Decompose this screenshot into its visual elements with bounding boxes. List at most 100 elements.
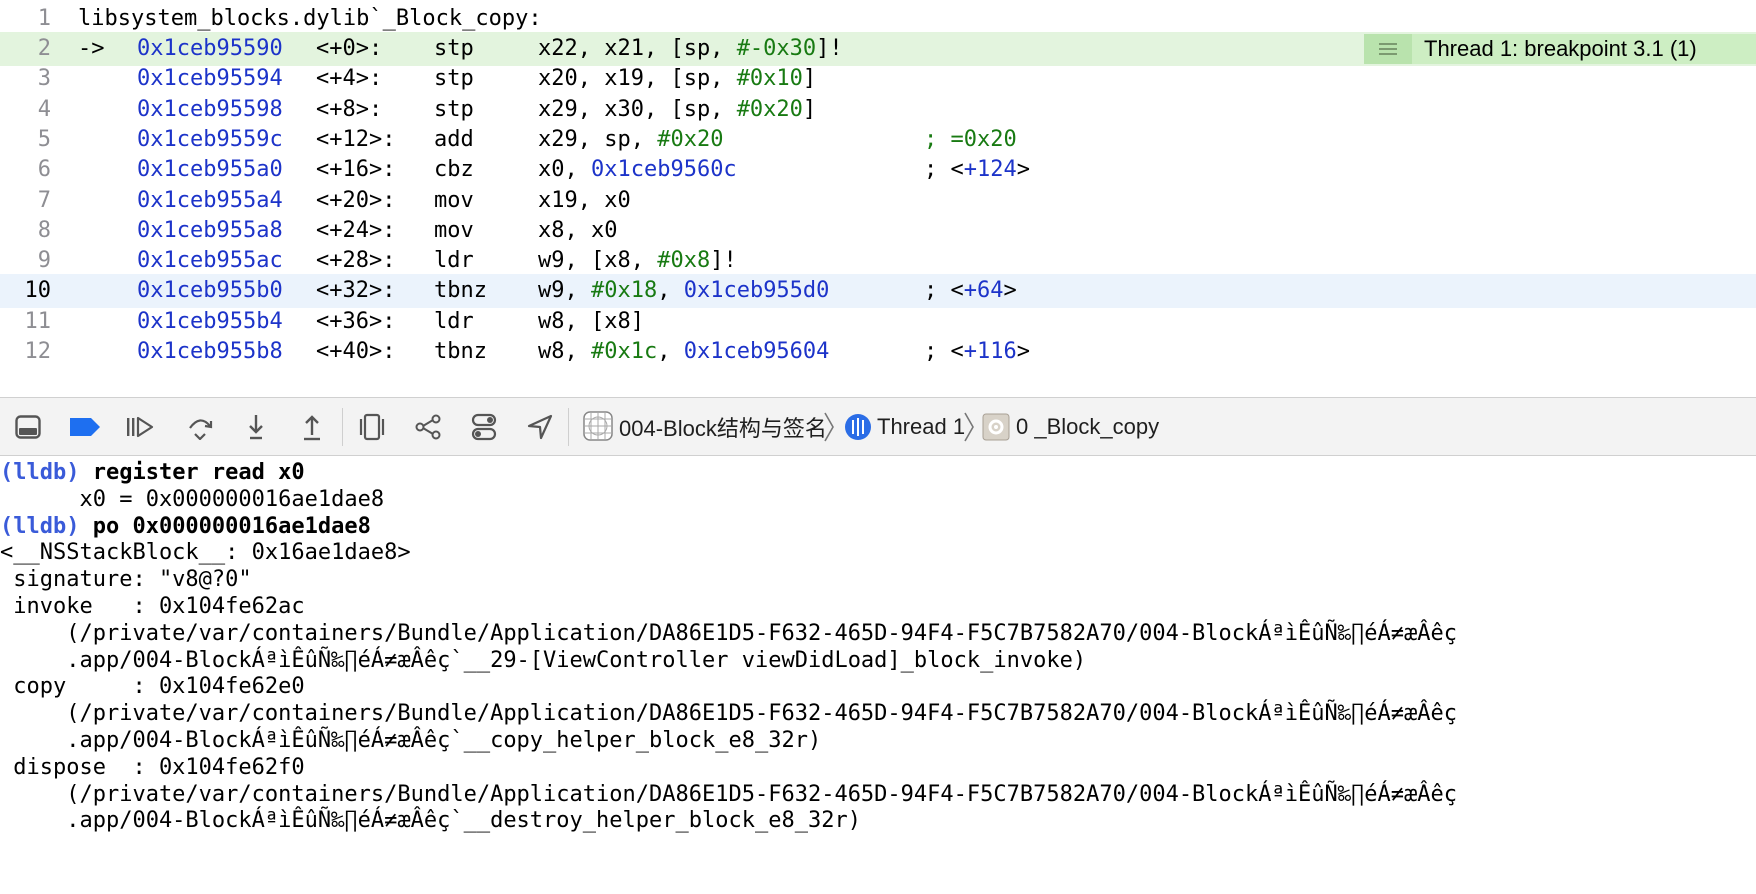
instruction-offset: <+36>: <box>316 308 396 334</box>
app-icon <box>582 410 614 442</box>
disassembly-line[interactable]: 7 0x1ceb955a4 <+20>: mov x19, x0 <box>0 184 1756 218</box>
console-line: x0 = 0x000000016ae1dae8 <box>0 485 384 515</box>
console-output: (/private/var/containers/Bundle/Applicat… <box>0 620 1457 646</box>
instruction-operands: x19, x0 <box>538 187 631 213</box>
instruction-mnemonic: mov <box>434 187 474 213</box>
disassembly-line[interactable]: 5 0x1ceb9559c <+12>: add x29, sp, #0x20 ; =0x… <box>0 123 1756 157</box>
breakpoint-badge[interactable]: Thread 1: breakpoint 3.1 (1) <box>1364 34 1756 64</box>
instruction-offset: <+24>: <box>316 217 396 243</box>
lldb-command: register read x0 <box>92 460 305 485</box>
disassembly-line[interactable]: 3 0x1ceb95594 <+4>: stp x20, x19, [sp, #0x10… <box>0 62 1756 96</box>
console-output: <__NSStackBlock__: 0x16ae1dae8> <box>0 540 411 566</box>
view-hierarchy-icon[interactable] <box>356 411 388 443</box>
breadcrumb-chevron-icon <box>824 412 834 442</box>
instruction-comment: ; <+116> <box>924 339 1030 364</box>
memory-graph-icon[interactable] <box>412 411 444 443</box>
console-output: (/private/var/containers/Bundle/Applicat… <box>0 701 1457 727</box>
instruction-operands: x20, x19, [sp, #0x10] <box>538 66 817 92</box>
disassembly-line[interactable]: 8 0x1ceb955a8 <+24>: mov x8, x0 <box>0 214 1756 248</box>
lldb-command: po 0x000000016ae1dae8 <box>92 513 371 539</box>
console-output: (/private/var/containers/Bundle/Applicat… <box>0 781 1457 807</box>
console-line: .app/004-BlockÁªìÊûÑ‰∏éÁ≠æÂêç`__29-[View… <box>0 646 1086 676</box>
console-line: (/private/var/containers/Bundle/Applicat… <box>0 619 1457 649</box>
instruction-mnemonic: mov <box>434 217 474 243</box>
console-line: copy : 0x104fe62e0 <box>0 672 305 702</box>
console-output: invoke : 0x104fe62ac <box>0 594 305 619</box>
console-line: signature: "v8@?0" <box>0 565 251 595</box>
console-output: .app/004-BlockÁªìÊûÑ‰∏éÁ≠æÂêç`__copy_hel… <box>0 728 822 753</box>
line-number: 3 <box>37 66 51 92</box>
instruction-address: 0x1ceb955ac <box>137 248 283 274</box>
instruction-address: 0x1ceb955b0 <box>137 278 283 304</box>
breakpoints-toggle-icon[interactable] <box>68 411 102 443</box>
instruction-address: 0x1ceb9559c <box>137 126 283 152</box>
console-line: <__NSStackBlock__: 0x16ae1dae8> <box>0 538 411 568</box>
instruction-mnemonic: cbz <box>434 157 474 183</box>
toolbar-divider <box>342 408 343 446</box>
console-output: x0 = 0x000000016ae1dae8 <box>0 486 385 512</box>
line-number: 6 <box>37 157 51 183</box>
disassembly-line[interactable]: 6 0x1ceb955a0 <+16>: cbz x0, 0x1ceb9560c ; <+… <box>0 153 1756 187</box>
instruction-address: 0x1ceb95590 <box>137 36 283 61</box>
breadcrumb-project[interactable]: 004-Block结构与签名 <box>619 398 827 455</box>
console-output: copy : 0x104fe62e0 <box>0 674 305 700</box>
instruction-offset: <+40>: <box>316 339 396 364</box>
stack-frame-icon <box>980 411 1012 443</box>
instruction-operands: x29, x30, [sp, #0x20] <box>538 96 817 122</box>
console-output: dispose : 0x104fe62f0 <box>0 754 305 780</box>
instruction-offset: <+12>: <box>316 126 396 152</box>
line-number: 10 <box>24 278 52 304</box>
instruction-address: 0x1ceb955b8 <box>137 339 283 364</box>
instruction-operands: w9, #0x18, 0x1ceb955d0 <box>538 278 830 304</box>
continue-icon[interactable] <box>124 411 156 443</box>
instruction-operands: x22, x21, [sp, #-0x30]! <box>538 36 843 61</box>
instruction-address: 0x1ceb95594 <box>137 66 283 92</box>
console-line: dispose : 0x104fe62f0 <box>0 753 305 783</box>
instruction-address: 0x1ceb95598 <box>137 96 283 122</box>
lldb-prompt: (lldb) <box>0 513 93 539</box>
instruction-mnemonic: tbnz <box>434 339 487 364</box>
function-header: libsystem_blocks.dylib`_Block_copy: <box>78 6 542 31</box>
environment-overrides-icon[interactable] <box>468 411 500 443</box>
instruction-comment: ; =0x20 <box>924 126 1017 152</box>
step-over-icon[interactable] <box>184 411 216 443</box>
hide-debug-area-icon[interactable] <box>12 411 44 443</box>
instruction-mnemonic: ldr <box>434 308 474 334</box>
line-number: 1 <box>37 6 51 31</box>
instruction-address: 0x1ceb955b4 <box>137 308 283 334</box>
instruction-address: 0x1ceb955a4 <box>137 187 283 213</box>
line-number: 7 <box>37 187 51 213</box>
disassembly-line[interactable]: 11 0x1ceb955b4 <+36>: ldr w8, [x8] <box>0 305 1756 339</box>
breadcrumb-thread[interactable]: Thread 1 <box>877 398 965 455</box>
line-number: 4 <box>37 96 51 122</box>
step-out-icon[interactable] <box>296 411 328 443</box>
instruction-mnemonic: stp <box>434 66 474 92</box>
instruction-mnemonic: add <box>434 126 474 152</box>
line-number: 11 <box>24 308 52 334</box>
console-line: (/private/var/containers/Bundle/Applicat… <box>0 780 1457 810</box>
step-into-icon[interactable] <box>240 411 272 443</box>
disassembly-line[interactable]: 10 0x1ceb955b0 <+32>: tbnz w9, #0x18, 0x1ceb… <box>0 274 1756 309</box>
simulate-location-icon[interactable] <box>524 411 556 443</box>
line-number: 12 <box>24 339 52 364</box>
breadcrumb-frame[interactable]: 0 _Block_copy <box>1016 398 1159 455</box>
instruction-operands: w8, [x8] <box>538 308 644 334</box>
program-counter-arrow: -> <box>78 36 105 61</box>
instruction-operands: x0, 0x1ceb9560c <box>538 157 737 183</box>
instruction-offset: <+20>: <box>316 187 396 213</box>
console-line: invoke : 0x104fe62ac <box>0 592 305 622</box>
instruction-offset: <+4>: <box>316 66 383 92</box>
console-line: .app/004-BlockÁªìÊûÑ‰∏éÁ≠æÂêç`__copy_hel… <box>0 726 821 756</box>
disassembly-line[interactable]: 9 0x1ceb955ac <+28>: ldr w9, [x8, #0x8]! <box>0 244 1756 278</box>
lldb-console[interactable]: (lldb) register read x0 x0 = 0x000000016… <box>0 456 1756 894</box>
disassembly-line[interactable]: 12 0x1ceb955b8 <+40>: tbnz w8, #0x1c, 0x1ceb… <box>0 335 1756 369</box>
instruction-operands: x8, x0 <box>538 217 618 243</box>
breadcrumb-chevron-icon <box>964 412 974 442</box>
disassembly-editor[interactable]: 1 libsystem_blocks.dylib`_Block_copy: 2 -… <box>0 0 1756 397</box>
instruction-comment: ; <+124> <box>924 157 1030 183</box>
toolbar-divider <box>568 408 569 446</box>
breakpoint-menu-icon[interactable] <box>1364 34 1412 64</box>
disassembly-line[interactable]: 4 0x1ceb95598 <+8>: stp x29, x30, [sp, #0x20… <box>0 93 1756 127</box>
breakpoint-label: Thread 1: breakpoint 3.1 (1) <box>1412 34 1756 64</box>
instruction-offset: <+16>: <box>316 157 396 183</box>
